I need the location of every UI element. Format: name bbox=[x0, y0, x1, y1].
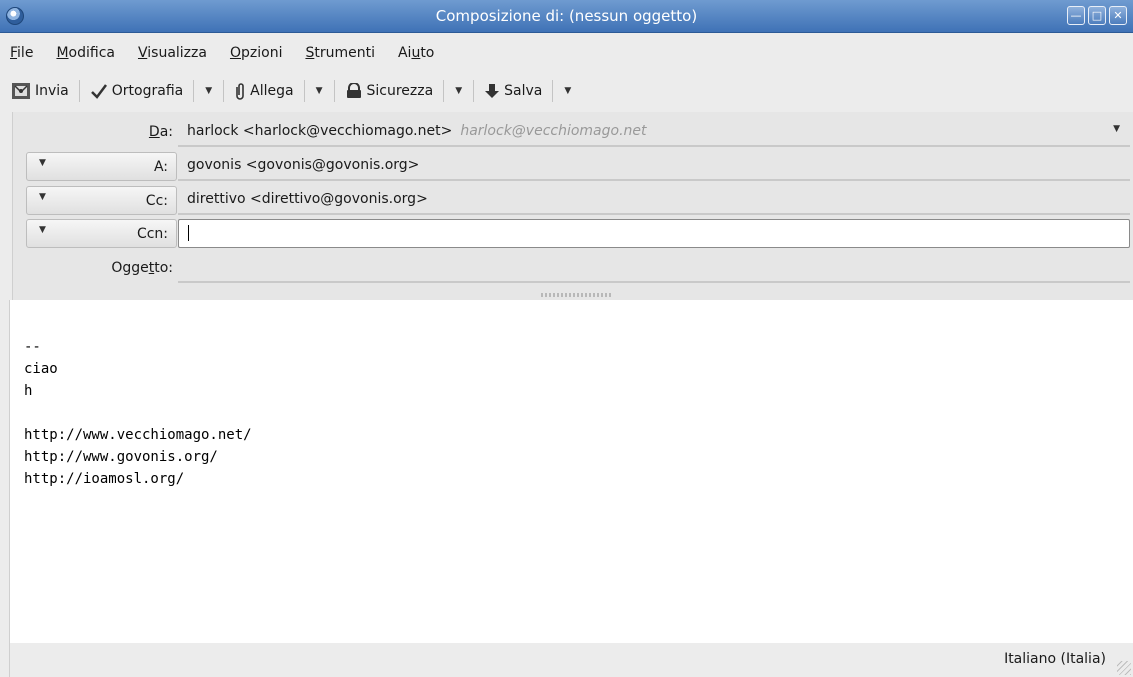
body-line: http://www.vecchiomago.net/ bbox=[24, 427, 252, 443]
splitter-grip[interactable] bbox=[541, 293, 611, 297]
menu-aiuto[interactable]: Aiuto bbox=[398, 45, 434, 61]
menu-visualizza[interactable]: Visualizza bbox=[138, 45, 207, 61]
send-icon bbox=[11, 82, 31, 100]
from-select[interactable]: harlock <harlock@vecchiomago.net> harlock… bbox=[178, 118, 1130, 147]
menu-bar: File Modifica Visualizza Opzioni Strumen… bbox=[0, 33, 1133, 73]
toolbar-separator bbox=[473, 80, 475, 102]
to-label: A: bbox=[153, 159, 168, 175]
chevron-down-icon: ▼ bbox=[39, 192, 46, 202]
chevron-down-icon: ▼ bbox=[1113, 124, 1120, 134]
body-line bbox=[24, 402, 252, 424]
window-title: Composizione di: (nessun oggetto) bbox=[435, 7, 698, 25]
body-line: ciao bbox=[24, 361, 58, 377]
menu-strumenti[interactable]: Strumenti bbox=[305, 45, 375, 61]
status-bar: Italiano (Italia) bbox=[9, 643, 1133, 677]
paperclip-icon bbox=[234, 82, 246, 100]
save-button[interactable]: Salva bbox=[480, 77, 546, 105]
toolbar-separator bbox=[193, 80, 195, 102]
attach-button[interactable]: Allega bbox=[230, 77, 297, 105]
spell-button[interactable]: Ortografia bbox=[86, 77, 187, 105]
security-label: Sicurezza bbox=[366, 83, 434, 99]
bcc-field[interactable] bbox=[178, 219, 1130, 248]
spell-label: Ortografia bbox=[111, 83, 184, 99]
attach-dropdown-icon[interactable]: ▼ bbox=[311, 86, 328, 96]
lock-icon bbox=[345, 83, 363, 99]
cc-field[interactable]: direttivo <direttivo@govonis.org> bbox=[178, 186, 1130, 215]
spell-dropdown-icon[interactable]: ▼ bbox=[200, 86, 217, 96]
menu-file[interactable]: File bbox=[10, 45, 33, 61]
text-caret bbox=[188, 225, 189, 241]
from-identity: harlock@vecchiomago.net bbox=[460, 123, 647, 139]
from-row: Da: harlock <harlock@vecchiomago.net> har… bbox=[13, 116, 1133, 150]
from-label: Da: bbox=[148, 124, 173, 140]
toolbar-separator bbox=[223, 80, 225, 102]
window-controls: — □ ✕ bbox=[1067, 6, 1127, 25]
to-row: ▼ A: govonis <govonis@govonis.org> bbox=[13, 150, 1133, 184]
subject-label: Oggetto: bbox=[111, 260, 173, 276]
send-label: Invia bbox=[35, 83, 69, 99]
to-type-button[interactable]: ▼ A: bbox=[26, 152, 177, 181]
compose-toolbar: Invia Ortografia ▼ Allega ▼ Sicurezza ▼ … bbox=[0, 73, 1133, 109]
menu-opzioni[interactable]: Opzioni bbox=[230, 45, 282, 61]
download-arrow-icon bbox=[484, 83, 500, 99]
body-line: h bbox=[24, 383, 33, 399]
menu-modifica[interactable]: Modifica bbox=[56, 45, 115, 61]
toolbar-separator bbox=[552, 80, 554, 102]
subject-row: Oggetto: bbox=[13, 252, 1133, 286]
from-value: harlock <harlock@vecchiomago.net> bbox=[187, 123, 453, 139]
body-line: http://www.govonis.org/ bbox=[24, 449, 218, 465]
checkmark-icon bbox=[90, 83, 108, 99]
toolbar-separator bbox=[333, 80, 335, 102]
security-button[interactable]: Sicurezza bbox=[341, 77, 438, 105]
bcc-row: ▼ Ccn: bbox=[13, 217, 1133, 251]
maximize-icon[interactable]: □ bbox=[1088, 6, 1106, 25]
message-body-editor[interactable]: -- ciao h http://www.vecchiomago.net/ ht… bbox=[9, 300, 1133, 643]
attach-label: Allega bbox=[250, 83, 294, 99]
cc-type-button[interactable]: ▼ Cc: bbox=[26, 186, 177, 215]
security-dropdown-icon[interactable]: ▼ bbox=[450, 86, 467, 96]
address-headers: Da: harlock <harlock@vecchiomago.net> har… bbox=[12, 112, 1133, 300]
cc-label: Cc: bbox=[145, 193, 168, 209]
send-button[interactable]: Invia bbox=[7, 77, 73, 105]
body-line: -- bbox=[24, 339, 41, 355]
save-dropdown-icon[interactable]: ▼ bbox=[559, 86, 576, 96]
resize-grip-icon[interactable] bbox=[1117, 661, 1131, 675]
save-label: Salva bbox=[504, 83, 543, 99]
toolbar-separator bbox=[443, 80, 445, 102]
title-bar: Composizione di: (nessun oggetto) — □ ✕ bbox=[0, 0, 1133, 33]
bcc-label: Ccn: bbox=[136, 226, 168, 242]
minimize-icon[interactable]: — bbox=[1067, 6, 1085, 25]
chevron-down-icon: ▼ bbox=[39, 225, 46, 235]
spellcheck-language[interactable]: Italiano (Italia) bbox=[1004, 651, 1106, 667]
to-value: govonis <govonis@govonis.org> bbox=[187, 157, 420, 173]
toolbar-separator bbox=[78, 80, 80, 102]
to-field[interactable]: govonis <govonis@govonis.org> bbox=[178, 152, 1130, 181]
subject-field[interactable] bbox=[178, 254, 1130, 283]
close-icon[interactable]: ✕ bbox=[1109, 6, 1127, 25]
toolbar-separator bbox=[303, 80, 305, 102]
body-line: http://ioamosl.org/ bbox=[24, 471, 185, 487]
cc-row: ▼ Cc: direttivo <direttivo@govonis.org> bbox=[13, 184, 1133, 218]
cc-value: direttivo <direttivo@govonis.org> bbox=[187, 191, 428, 207]
bcc-type-button[interactable]: ▼ Ccn: bbox=[26, 219, 177, 248]
body-text: -- ciao h http://www.vecchiomago.net/ ht… bbox=[24, 336, 252, 490]
chevron-down-icon: ▼ bbox=[39, 158, 46, 168]
